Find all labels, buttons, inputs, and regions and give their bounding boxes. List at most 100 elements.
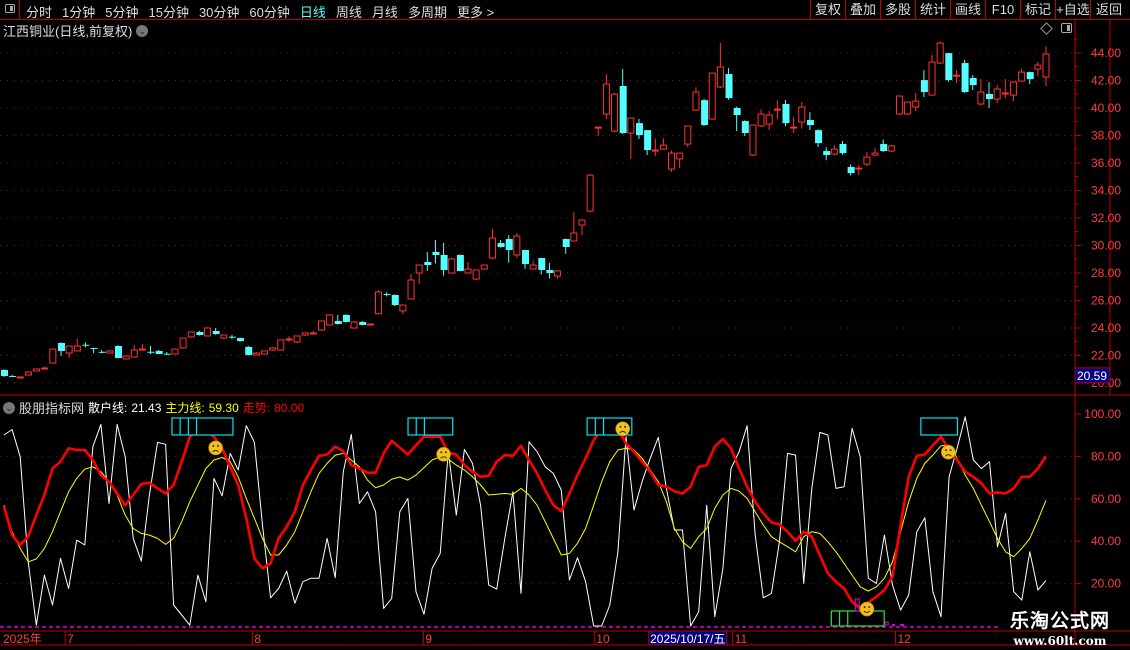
candle-up (684, 125, 692, 145)
sad-face-icon (208, 440, 223, 456)
candle-down (391, 295, 399, 306)
candle-up (798, 106, 806, 123)
price-tick-label: 34.00 (1091, 184, 1121, 198)
candle-down (98, 351, 106, 353)
candle-down (90, 347, 98, 349)
candle-up (407, 279, 415, 300)
candle-up (871, 152, 879, 156)
indicator-name: 股朋指标网 (19, 401, 85, 416)
price-tick-label: 42.00 (1091, 74, 1121, 88)
price-tick-label: 30.00 (1091, 239, 1121, 253)
candle-up (602, 83, 610, 115)
candle-down (147, 351, 155, 353)
retail-line-value: 21.43 (131, 400, 162, 415)
candle-down (961, 63, 969, 93)
candle-up (187, 331, 195, 338)
candle-up (317, 320, 325, 331)
candle-up (309, 332, 317, 335)
time-tick-label: 12 (897, 632, 911, 646)
candle-up (716, 66, 724, 88)
cursor-date-label: 2025/10/17/五 (650, 632, 725, 646)
price-tick-label: 24.00 (1091, 321, 1121, 335)
sad-face-icon-eye (945, 449, 948, 452)
magenta-square (900, 624, 905, 626)
candle-up (106, 350, 114, 354)
candle-up (749, 124, 757, 156)
candle-down (538, 258, 546, 270)
candle-down (432, 251, 440, 255)
candle-up (1034, 64, 1042, 70)
candle-up (277, 339, 285, 351)
candle-down (945, 53, 953, 81)
panel-toggle-icon[interactable] (1061, 23, 1072, 33)
price-tick-label: 36.00 (1091, 156, 1121, 170)
candle-down (806, 119, 814, 126)
candle-up (1001, 92, 1009, 95)
candle-down (440, 254, 448, 270)
candle-down (986, 93, 994, 100)
candle-down (114, 346, 122, 358)
watermark-url: www.60lt.com (1013, 634, 1107, 648)
chart-canvas[interactable]: 44.00 42.00 40.00 38.00 36.00 34.00 32.00 30.00… (0, 0, 1130, 650)
candle-down (155, 350, 163, 354)
candle-up (578, 219, 586, 226)
candle-down (212, 331, 220, 335)
indicator-tick-label: 60.00 (1091, 492, 1121, 506)
sad-face-icon-eye (444, 451, 447, 454)
candle-down (359, 321, 367, 325)
stock-title: 江西铜业(日线,前复权) (3, 24, 133, 39)
magenta-square (884, 621, 889, 626)
price-tick-label: 40.00 (1091, 101, 1121, 115)
candle-up (586, 174, 594, 212)
candle-up (651, 149, 659, 152)
candle-down (725, 74, 733, 99)
indicator-tick-label: 80.00 (1091, 449, 1121, 463)
candle-down (823, 151, 831, 156)
candle-up (261, 350, 268, 355)
candle-up (790, 126, 798, 129)
retail-line-label: 散户线: (88, 401, 128, 415)
candle-up (285, 338, 293, 341)
main-force-line-label: 主力线: (165, 401, 205, 415)
candle-down (880, 144, 888, 152)
candle-up (415, 264, 423, 274)
candle-up (757, 113, 765, 127)
candle-down (733, 108, 741, 116)
sad-face-icon-eye (623, 425, 626, 428)
price-tick-label: 28.00 (1091, 266, 1121, 280)
main-chart-header: 江西铜业(日线,前复权) ⌄ (3, 21, 149, 40)
candle-up (464, 268, 472, 274)
indicator-tick-label: 20.00 (1091, 577, 1121, 591)
candle-down (635, 123, 643, 136)
sad-face-icon (436, 446, 451, 462)
candle-down (505, 239, 513, 251)
candle-down (815, 130, 823, 144)
candle-down (562, 239, 570, 248)
candle-up (570, 232, 578, 242)
candle-up (895, 95, 903, 115)
candle-up (448, 258, 456, 274)
sad-face-icon (941, 444, 956, 460)
chevron-down-icon[interactable]: ⌄ (3, 401, 15, 414)
candle-down (847, 166, 855, 174)
chevron-down-icon[interactable]: ⌄ (136, 24, 149, 37)
candle-down (969, 78, 977, 86)
signal-box (920, 417, 959, 436)
candle-up (887, 145, 895, 152)
indicator-header: ⌄ 股朋指标网 散户线: 21.43 主力线: 59.30 走势: 80.00 (3, 398, 304, 417)
candle-down (383, 294, 391, 296)
sad-face-icon-eye (212, 444, 215, 447)
time-tick-label: 11 (735, 632, 748, 646)
candle-up (765, 114, 773, 125)
time-tick-label: 7 (67, 632, 74, 646)
candle-up (904, 101, 912, 115)
price-tick-label: 32.00 (1091, 211, 1121, 225)
candle-up (529, 264, 537, 270)
candle-down (237, 338, 245, 342)
price-tick-label: 26.00 (1091, 294, 1121, 308)
candle-up (594, 126, 602, 129)
candle-up (49, 348, 57, 364)
candle-up (326, 314, 334, 326)
candle-up (252, 352, 260, 356)
candle-down (546, 269, 554, 273)
